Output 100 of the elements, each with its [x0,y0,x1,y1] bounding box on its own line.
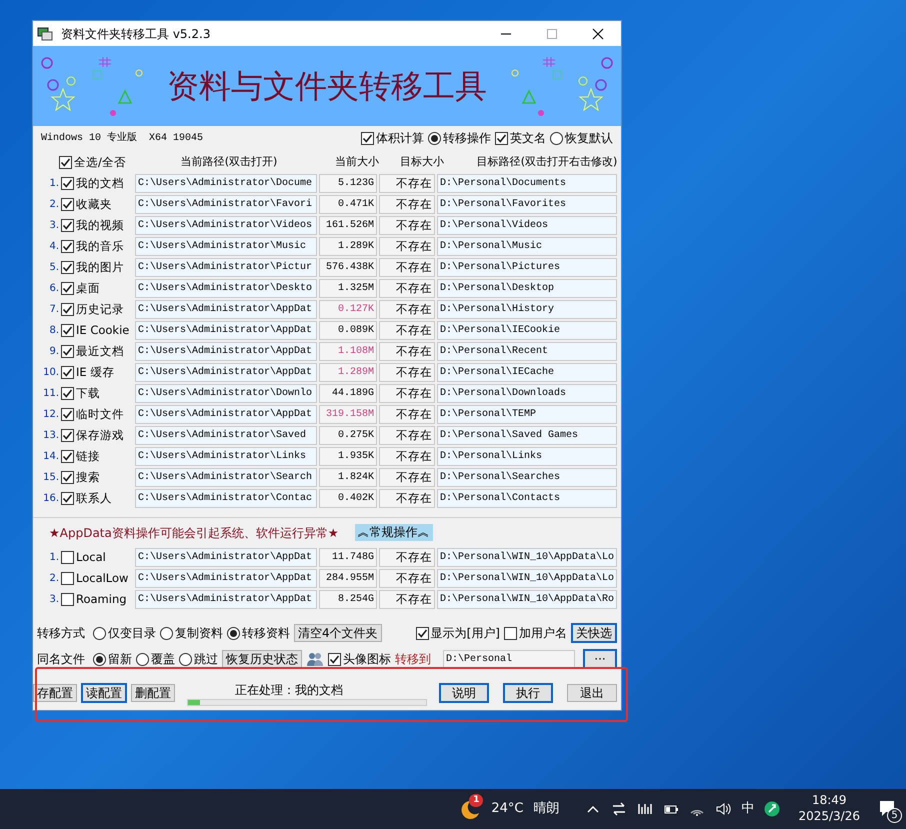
folder-label[interactable]: 保存游戏 [76,426,124,444]
current-path-field[interactable]: C:\Users\Administrator\Deskto [135,279,317,298]
target-path-field[interactable]: D:\Personal\Music [437,237,617,256]
target-path-field[interactable]: D:\Personal\History [437,300,617,319]
radio-button[interactable] [428,132,441,144]
checkbox[interactable] [416,626,429,640]
target-path-field[interactable]: D:\Personal\Saved Games [437,426,617,445]
current-path-field[interactable]: C:\Users\Administrator\AppDat [135,548,317,567]
checkbox[interactable] [61,324,74,337]
current-path-field[interactable]: C:\Users\Administrator\AppDat [135,569,317,588]
option-label[interactable]: 跳过 [194,650,218,668]
target-folder-field[interactable]: D:\Personal [443,650,575,668]
target-path-field[interactable]: D:\Personal\Documents [437,174,617,193]
folder-label[interactable]: LocalLow [76,570,128,588]
clock[interactable]: 18:49 2025/3/26 [798,793,860,825]
current-path-field[interactable]: C:\Users\Administrator\AppDat [135,363,317,382]
checkbox[interactable] [61,240,74,253]
folder-label[interactable]: 我的视频 [76,216,124,234]
current-path-field[interactable]: C:\Users\Administrator\Links [135,447,317,466]
checkbox[interactable] [495,132,508,144]
checkbox[interactable] [61,282,74,295]
radio-button[interactable] [160,626,173,640]
target-path-field[interactable]: D:\Personal\Desktop [437,279,617,298]
target-path-field[interactable]: D:\Personal\Recent [437,342,617,361]
checkbox[interactable] [61,593,74,606]
folder-label[interactable]: 链接 [76,448,100,466]
checkbox[interactable] [61,198,74,211]
folder-label[interactable]: 下载 [76,384,100,402]
current-path-field[interactable]: C:\Users\Administrator\Saved [135,426,317,445]
browse-button[interactable]: ··· [583,648,617,670]
folder-label[interactable]: 最近文档 [76,342,124,360]
current-path-field[interactable]: C:\Users\Administrator\AppDat [135,321,317,340]
checkbox[interactable] [61,492,74,505]
option-label[interactable]: 加用户名 [519,624,567,642]
current-path-field[interactable]: C:\Users\Administrator\Videos [135,216,317,235]
folder-label[interactable]: 我的文档 [76,174,124,192]
restore-button[interactable]: 恢复历史状态 [222,650,302,668]
option-label[interactable]: 覆盖 [151,650,175,668]
target-path-field[interactable]: D:\Personal\Pictures [437,258,617,277]
current-path-field[interactable]: C:\Users\Administrator\Docume [135,174,317,193]
current-path-field[interactable]: C:\Users\Administrator\Contac [135,489,317,508]
radio-button[interactable] [550,132,563,144]
config-button[interactable]: 存配置 [33,684,77,702]
folder-label[interactable]: 搜索 [76,468,100,486]
target-path-field[interactable]: D:\Personal\WIN_10\AppData\Ro [437,590,617,609]
dialog-button[interactable]: 说明 [439,682,489,704]
checkbox[interactable] [61,450,74,463]
checkbox[interactable] [61,345,74,358]
radio-button[interactable] [93,652,106,666]
folder-label[interactable]: 桌面 [76,280,100,298]
current-path-field[interactable]: C:\Users\Administrator\AppDat [135,590,317,609]
target-path-field[interactable]: D:\Personal\Links [437,447,617,466]
checkbox[interactable] [361,132,374,144]
folder-label[interactable]: 我的图片 [76,258,124,276]
checkbox[interactable] [61,551,74,564]
current-path-field[interactable]: C:\Users\Administrator\AppDat [135,405,317,424]
target-path-field[interactable]: D:\Personal\Searches [437,468,617,487]
current-path-field[interactable]: C:\Users\Administrator\AppDat [135,300,317,319]
toggle-button[interactable]: ︽常规操作︽ [354,524,433,541]
current-path-field[interactable]: C:\Users\Administrator\AppDat [135,342,317,361]
option-label[interactable]: 显示为[用户] [430,624,500,642]
option-label[interactable]: 留新 [108,650,132,668]
current-path-field[interactable]: C:\Users\Administrator\Favori [135,195,317,214]
select-all-label[interactable]: 全选/全否 [74,154,126,172]
current-path-field[interactable]: C:\Users\Administrator\Pictur [135,258,317,277]
folder-label[interactable]: Local [76,548,106,566]
sync-icon[interactable] [611,801,628,817]
option-label[interactable]: 英文名 [510,129,546,147]
arrow-circle-icon[interactable] [764,801,780,817]
checkbox[interactable] [61,387,74,400]
option-label[interactable]: 复制资料 [175,624,223,642]
radio-button[interactable] [93,626,106,640]
option-label[interactable]: 体积计算 [376,129,424,147]
quick-select-button[interactable]: 关快选 [571,622,617,644]
option-label[interactable]: 恢复默认 [565,129,613,147]
current-path-field[interactable]: C:\Users\Administrator\Search [135,468,317,487]
target-path-field[interactable]: D:\Personal\Downloads [437,384,617,403]
bars-icon[interactable] [637,801,654,817]
checkbox[interactable] [504,626,517,640]
checkbox[interactable] [61,429,74,442]
speaker-icon[interactable] [715,801,732,817]
folder-label[interactable]: IE 缓存 [76,364,114,382]
checkbox[interactable] [61,471,74,484]
radio-button[interactable] [227,626,240,640]
option-label[interactable]: 头像图标 [343,650,391,668]
checkbox[interactable] [61,219,74,232]
config-button[interactable]: 删配置 [131,684,175,702]
target-path-field[interactable]: D:\Personal\Favorites [437,195,617,214]
folder-label[interactable]: 历史记录 [76,300,124,318]
dialog-button[interactable]: 执行 [503,682,553,704]
checkbox[interactable] [61,261,74,274]
folder-label[interactable]: 收藏夹 [76,196,112,214]
checkbox[interactable] [59,156,72,169]
target-path-field[interactable]: D:\Personal\WIN_10\AppData\Lo [437,569,617,588]
checkbox[interactable] [61,366,74,379]
clear-button[interactable]: 清空4个文件夹 [294,624,382,642]
target-path-field[interactable]: D:\Personal\Contacts [437,489,617,508]
option-label[interactable]: 转移操作 [443,129,491,147]
config-button[interactable]: 读配置 [81,682,127,704]
target-path-field[interactable]: D:\Personal\TEMP [437,405,617,424]
